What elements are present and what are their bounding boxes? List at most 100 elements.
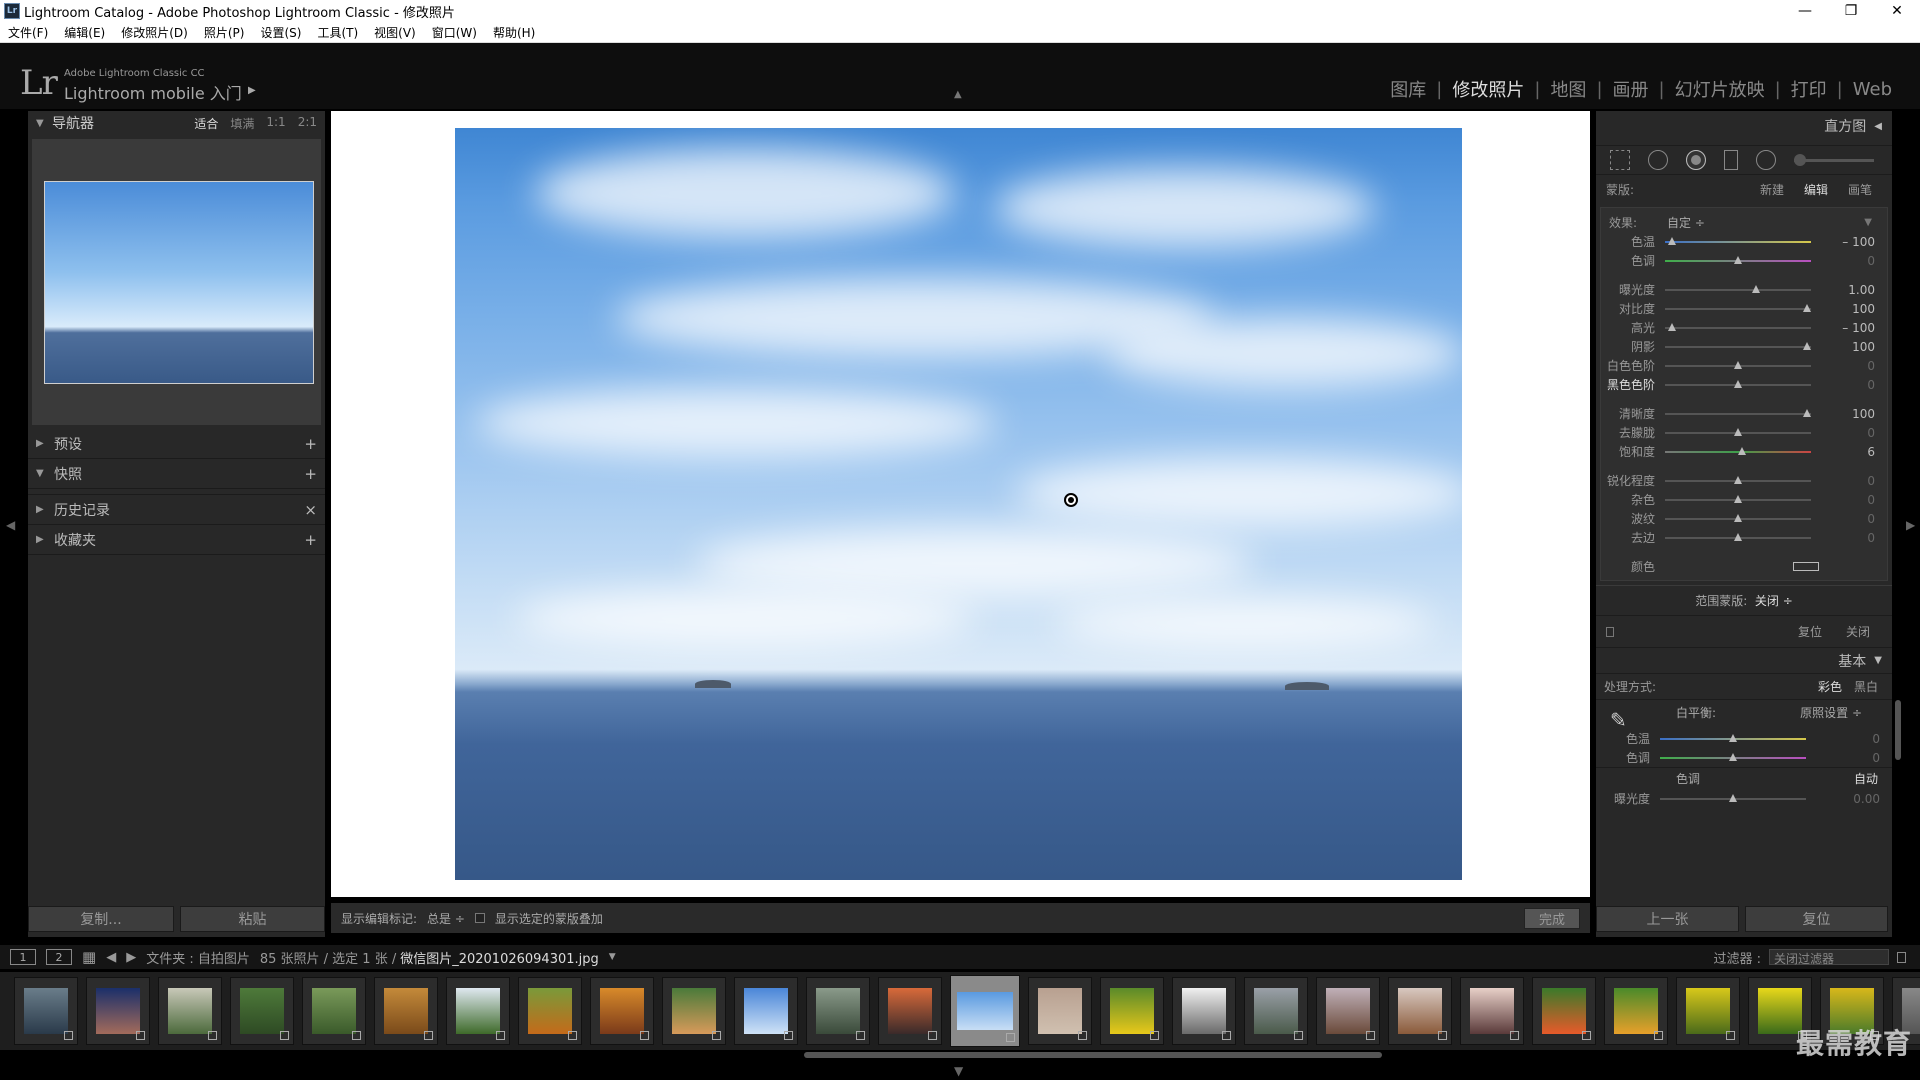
image-canvas[interactable]	[331, 111, 1590, 897]
slider-value[interactable]: – 100	[1835, 235, 1875, 249]
slider-knob[interactable]	[1668, 322, 1677, 331]
slider-value[interactable]: 0	[1840, 732, 1880, 746]
dropdown-icon[interactable]: ▼	[1864, 217, 1872, 228]
slider-track[interactable]	[1665, 303, 1811, 312]
module-library[interactable]: 图库	[1380, 76, 1436, 102]
source-folder[interactable]: 文件夹 : 自拍图片	[146, 948, 250, 967]
filmstrip-thumb[interactable]	[446, 977, 510, 1045]
mask-close[interactable]: 关闭	[1834, 623, 1882, 640]
filmstrip-thumb[interactable]	[158, 977, 222, 1045]
module-book[interactable]: 画册	[1603, 76, 1659, 102]
navigator-header[interactable]: ▼ 导航器 适合 填满 1:1 2:1	[28, 111, 325, 135]
slider-value[interactable]: 0	[1835, 378, 1875, 392]
slider-value[interactable]: 100	[1835, 407, 1875, 421]
slider-knob[interactable]	[1738, 446, 1747, 455]
filmstrip-thumb[interactable]	[1460, 977, 1524, 1045]
slider-knob[interactable]	[1734, 532, 1742, 541]
right-panel-scrollbar[interactable]	[1895, 700, 1901, 760]
filmstrip-thumb[interactable]	[86, 977, 150, 1045]
slider-track[interactable]	[1665, 532, 1811, 541]
wb-select[interactable]: 原照设置 ÷	[1800, 704, 1862, 721]
slider-track[interactable]	[1665, 255, 1811, 264]
slider-track[interactable]	[1660, 733, 1806, 742]
slider-knob[interactable]	[1802, 341, 1811, 350]
slider-value[interactable]: 0	[1835, 531, 1875, 545]
filter-select[interactable]: 关闭过滤器	[1769, 949, 1889, 966]
filmstrip-scrollbar[interactable]	[804, 1052, 1382, 1058]
filmstrip-thumb[interactable]	[1244, 977, 1308, 1045]
filmstrip-thumb[interactable]	[1388, 977, 1452, 1045]
add-icon[interactable]: +	[304, 465, 317, 483]
filmstrip-thumb[interactable]	[1100, 977, 1164, 1045]
filmstrip-thumb[interactable]	[734, 977, 798, 1045]
slider-value[interactable]: 6	[1835, 445, 1875, 459]
slider-knob[interactable]	[1734, 360, 1742, 369]
filmstrip-thumb[interactable]	[878, 977, 942, 1045]
brush-slider[interactable]	[1794, 153, 1874, 166]
menu-window[interactable]: 窗口(W)	[424, 24, 485, 41]
crop-overlay-icon[interactable]	[1610, 150, 1630, 170]
tone-auto-button[interactable]: 自动	[1854, 770, 1878, 787]
mobile-intro-link[interactable]: Lightroom mobile 入门	[64, 80, 242, 104]
color-swatch[interactable]	[1793, 562, 1819, 571]
slider-track[interactable]	[1665, 408, 1811, 417]
module-slideshow[interactable]: 幻灯片放映	[1665, 76, 1775, 102]
graduated-filter-icon[interactable]	[1724, 150, 1738, 170]
slider-track[interactable]	[1665, 446, 1811, 455]
module-web[interactable]: Web	[1843, 79, 1902, 100]
slider-knob[interactable]	[1729, 733, 1737, 742]
slider-track[interactable]	[1665, 284, 1811, 293]
lock-icon[interactable]	[1897, 951, 1906, 963]
close-icon[interactable]: ✕	[1874, 0, 1920, 22]
filmstrip-thumb[interactable]	[1172, 977, 1236, 1045]
slider-track[interactable]	[1665, 341, 1811, 350]
slider-track[interactable]	[1665, 236, 1811, 245]
menu-develop[interactable]: 修改照片(D)	[113, 24, 196, 41]
zoom-fill[interactable]: 填满	[230, 115, 254, 132]
slider-track[interactable]	[1665, 475, 1811, 484]
panel-snapshots[interactable]: ▼ 快照 +	[28, 459, 325, 489]
filmstrip-thumb[interactable]	[374, 977, 438, 1045]
clear-icon[interactable]: ×	[304, 501, 317, 519]
spot-removal-icon[interactable]	[1648, 150, 1668, 170]
show-pins-select[interactable]: 总是 ÷	[427, 910, 465, 927]
menu-view[interactable]: 视图(V)	[366, 24, 424, 41]
process-bw[interactable]: 黑白	[1848, 678, 1884, 695]
filmstrip-thumb[interactable]	[1676, 977, 1740, 1045]
slider-value[interactable]: 0	[1835, 254, 1875, 268]
add-icon[interactable]: +	[304, 531, 317, 549]
module-print[interactable]: 打印	[1781, 76, 1837, 102]
collapse-bottom-icon[interactable]: ▼	[954, 1064, 963, 1078]
filmstrip-thumb[interactable]	[1604, 977, 1668, 1045]
dropdown-icon[interactable]: ▼	[609, 952, 616, 962]
slider-knob[interactable]	[1729, 752, 1737, 761]
done-button[interactable]: 完成	[1524, 908, 1580, 929]
mask-edit[interactable]: 编辑	[1794, 181, 1838, 198]
filmstrip-thumb[interactable]	[230, 977, 294, 1045]
back-arrow-icon[interactable]: ◀	[106, 950, 116, 965]
slider-knob[interactable]	[1729, 793, 1737, 802]
view-1-button[interactable]: 1	[10, 949, 36, 965]
collapse-top-icon[interactable]: ▲	[954, 89, 962, 100]
zoom-2-1[interactable]: 2:1	[298, 115, 317, 132]
slider-knob[interactable]	[1734, 379, 1742, 388]
slider-track[interactable]	[1665, 322, 1811, 331]
slider-knob[interactable]	[1734, 475, 1742, 484]
menu-edit[interactable]: 编辑(E)	[56, 24, 113, 41]
range-mask-select[interactable]: 关闭 ÷	[1755, 592, 1793, 609]
slider-track[interactable]	[1665, 427, 1811, 436]
slider-knob[interactable]	[1734, 255, 1742, 264]
grid-icon[interactable]: ▦	[82, 948, 96, 966]
filmstrip-thumb[interactable]	[1028, 977, 1092, 1045]
menu-photo[interactable]: 照片(P)	[196, 24, 253, 41]
menu-help[interactable]: 帮助(H)	[485, 24, 543, 41]
slider-track[interactable]	[1660, 752, 1806, 761]
collapse-right-icon[interactable]: ▶	[1906, 518, 1915, 532]
zoom-1-1[interactable]: 1:1	[266, 115, 285, 132]
process-color[interactable]: 彩色	[1812, 678, 1848, 695]
panel-collections[interactable]: ▶ 收藏夹 +	[28, 525, 325, 555]
view-2-button[interactable]: 2	[46, 949, 72, 965]
collapse-left-icon[interactable]: ◀	[6, 518, 15, 532]
histogram-header[interactable]: 直方图 ◀	[1596, 111, 1892, 141]
mask-reset[interactable]: 复位	[1786, 623, 1834, 640]
